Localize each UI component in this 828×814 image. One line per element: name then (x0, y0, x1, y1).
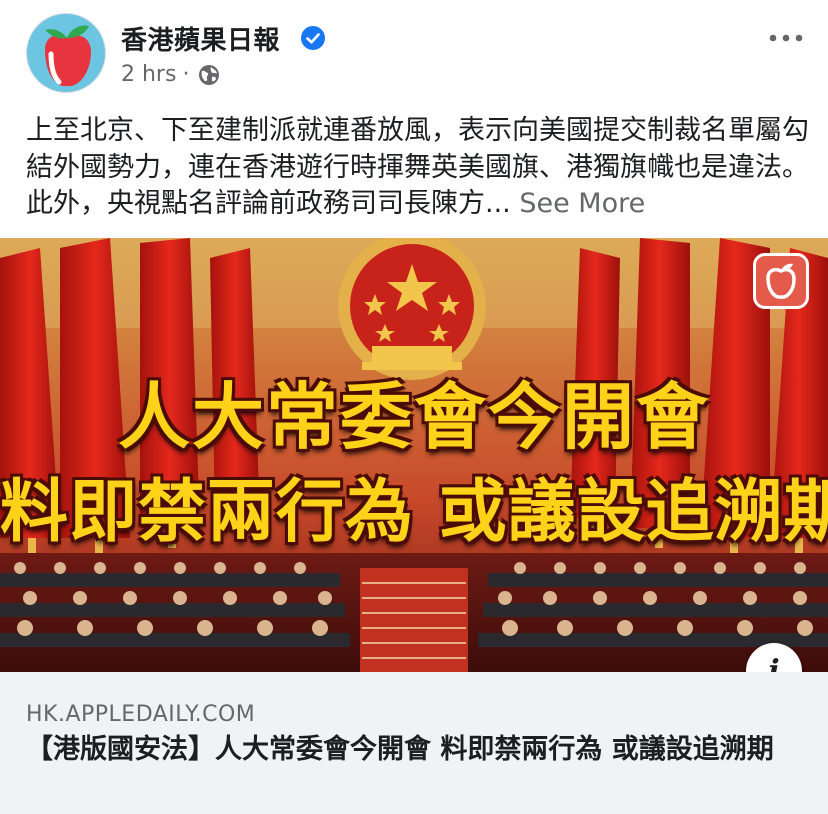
image-headline-line1: 人大常委會今開會 (117, 375, 710, 459)
link-title[interactable]: 【港版國安法】人大常委會今開會 料即禁兩行為 或議設追溯期 (26, 734, 806, 766)
post-timestamp[interactable]: 2 hrs (121, 62, 176, 87)
apple-daily-badge-icon (753, 253, 809, 309)
post-text: 上至北京、下至建制派就連番放風，表示向美國提交制裁名單屬勾結外國勢力，連在香港遊… (26, 115, 809, 219)
link-preview-footer[interactable]: HK.APPLEDAILY.COM 【港版國安法】人大常委會今開會 料即禁兩行為… (0, 672, 828, 814)
apple-daily-logo-icon (45, 25, 91, 87)
post-meta: 2 hrs · (121, 62, 221, 87)
link-preview-image[interactable]: 人大常委會今開會 料即禁兩行為 或議設追溯期 i (0, 238, 828, 672)
image-headline: 人大常委會今開會 料即禁兩行為 或議設追溯期 (0, 238, 828, 672)
image-headline-line2: 料即禁兩行為 或議設追溯期 (0, 473, 828, 552)
globe-icon[interactable] (197, 63, 221, 87)
more-options-icon[interactable] (766, 26, 806, 50)
see-more-link[interactable]: See More (519, 188, 645, 219)
page-name[interactable]: 香港蘋果日報 (121, 20, 280, 57)
post-body: 上至北京、下至建制派就連番放風，表示向美國提交制裁名單屬勾結外國勢力，連在香港遊… (26, 113, 816, 223)
link-domain: HK.APPLEDAILY.COM (26, 702, 256, 727)
meta-separator: · (182, 62, 190, 87)
post-header: 香港蘋果日報 2 hrs · (0, 0, 828, 110)
page-avatar[interactable] (26, 13, 106, 93)
verified-badge-icon (301, 26, 325, 50)
